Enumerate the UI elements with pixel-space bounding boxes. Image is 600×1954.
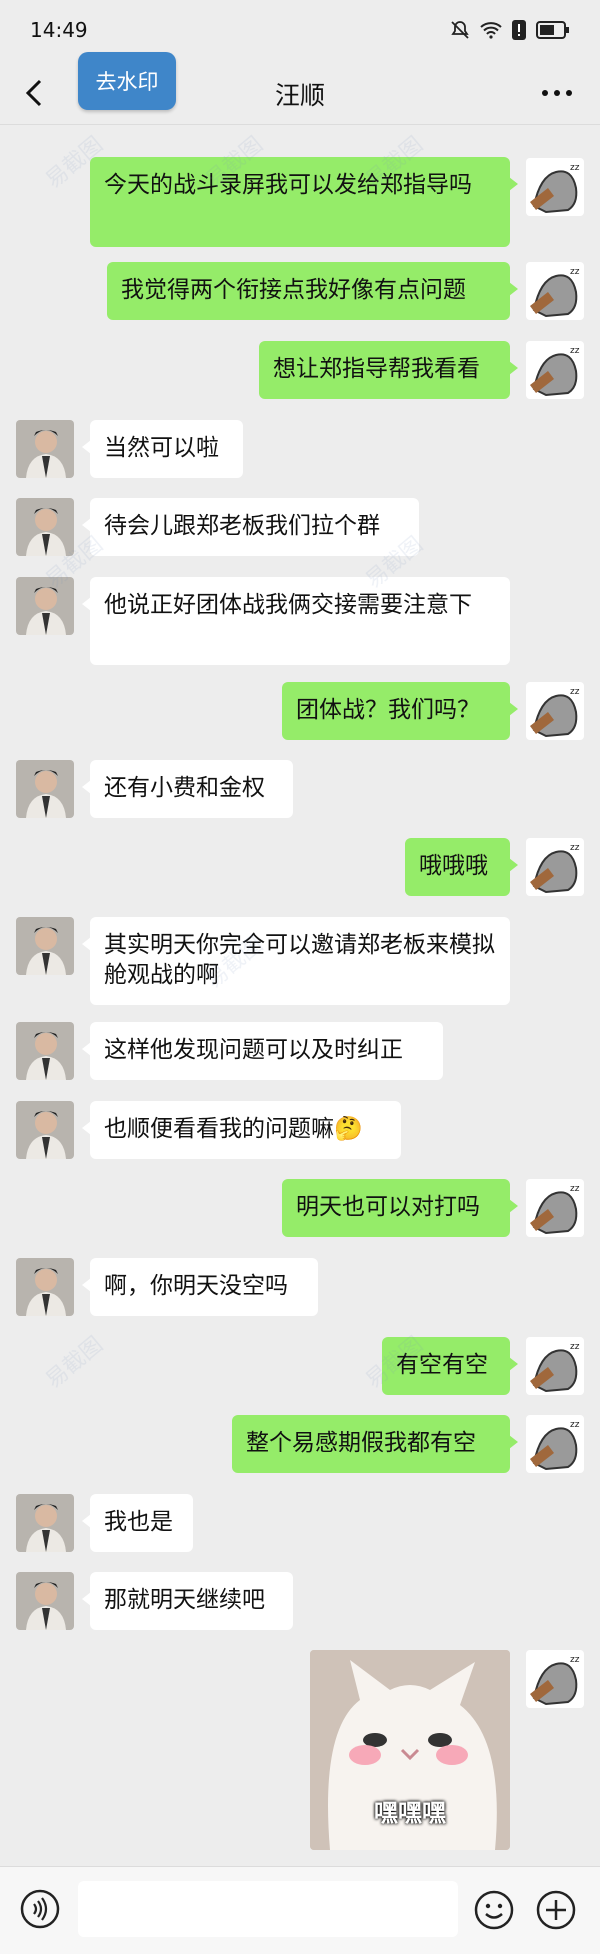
emoji-icon[interactable] [473,1889,515,1931]
more-icon[interactable] [540,78,574,108]
message-bubble[interactable]: 待会儿跟郑老板我们拉个群 [82,498,419,556]
svg-text:zz: zz [570,346,580,356]
contact-avatar[interactable] [16,498,74,556]
wifi-icon [480,22,502,39]
svg-text:zz: zz [570,1420,580,1430]
svg-text:zz: zz [570,163,580,173]
contact-avatar[interactable] [16,577,74,635]
svg-text:zz: zz [570,1655,580,1665]
status-time: 14:49 [30,18,88,42]
contact-avatar[interactable] [16,1494,74,1552]
my-avatar[interactable]: zz [526,1337,584,1395]
status-icons [450,20,570,40]
my-avatar[interactable]: zz [526,682,584,740]
voice-icon[interactable] [20,1889,60,1929]
message-bubble[interactable]: 这样他发现问题可以及时纠正 [82,1022,443,1080]
svg-text:zz: zz [570,687,580,697]
input-bar [0,1866,600,1954]
message-bubble[interactable]: 他说正好团体战我俩交接需要注意下 [82,577,510,665]
message-bubble[interactable]: 也顺便看看我的问题嘛🤔 [82,1101,401,1159]
message-bubble[interactable]: 啊，你明天没空吗 [82,1258,318,1316]
message-bubble[interactable]: 整个易感期假我都有空 [232,1415,518,1473]
message-bubble[interactable]: 当然可以啦 [82,420,243,478]
message-bubble[interactable]: 我觉得两个衔接点我好像有点问题 [107,262,518,320]
chat-area[interactable]: 今天的战斗录屏我可以发给郑指导吗 zz 我觉得两个衔接点我好像有点问题 zz 想… [0,125,600,1865]
svg-text:zz: zz [570,843,580,853]
my-avatar[interactable]: zz [526,1650,584,1708]
contact-avatar[interactable] [16,1572,74,1630]
message-bubble[interactable]: 有空有空 [382,1337,518,1395]
message-bubble[interactable]: 其实明天你完全可以邀请郑老板来模拟舱观战的啊 [82,917,510,1005]
contact-avatar[interactable] [16,760,74,818]
my-avatar[interactable]: zz [526,1415,584,1473]
contact-avatar[interactable] [16,1022,74,1080]
contact-avatar[interactable] [16,917,74,975]
remove-watermark-button[interactable]: 去水印 [78,52,176,110]
message-bubble[interactable]: 今天的战斗录屏我可以发给郑指导吗 [90,157,518,247]
message-bubble[interactable]: 我也是 [82,1494,193,1552]
contact-avatar[interactable] [16,420,74,478]
my-avatar[interactable]: zz [526,158,584,216]
svg-text:zz: zz [570,1184,580,1194]
my-avatar[interactable]: zz [526,341,584,399]
sticker-caption: 嘿嘿嘿 [374,1799,446,1827]
svg-text:zz: zz [570,267,580,277]
alert-icon [512,20,526,40]
watermark: 易截图 [41,1332,108,1394]
message-bubble[interactable]: 哦哦哦 [405,838,518,896]
battery-icon [536,21,569,39]
message-bubble[interactable]: 想让郑指导帮我看看 [259,341,518,399]
my-avatar[interactable]: zz [526,838,584,896]
message-bubble[interactable]: 明天也可以对打吗 [282,1179,518,1237]
message-bubble[interactable]: 团体战？我们吗？ [282,682,518,740]
my-avatar[interactable]: zz [526,1179,584,1237]
cat-sticker-image[interactable]: 嘿嘿嘿 [310,1650,510,1850]
message-input[interactable] [78,1881,458,1937]
contact-avatar[interactable] [16,1101,74,1159]
message-bubble[interactable]: 还有小费和金权 [82,760,293,818]
plus-icon[interactable] [535,1889,577,1931]
svg-text:zz: zz [570,1342,580,1352]
message-bubble[interactable]: 那就明天继续吧 [82,1572,293,1630]
contact-avatar[interactable] [16,1258,74,1316]
my-avatar[interactable]: zz [526,262,584,320]
mute-icon [451,21,469,39]
